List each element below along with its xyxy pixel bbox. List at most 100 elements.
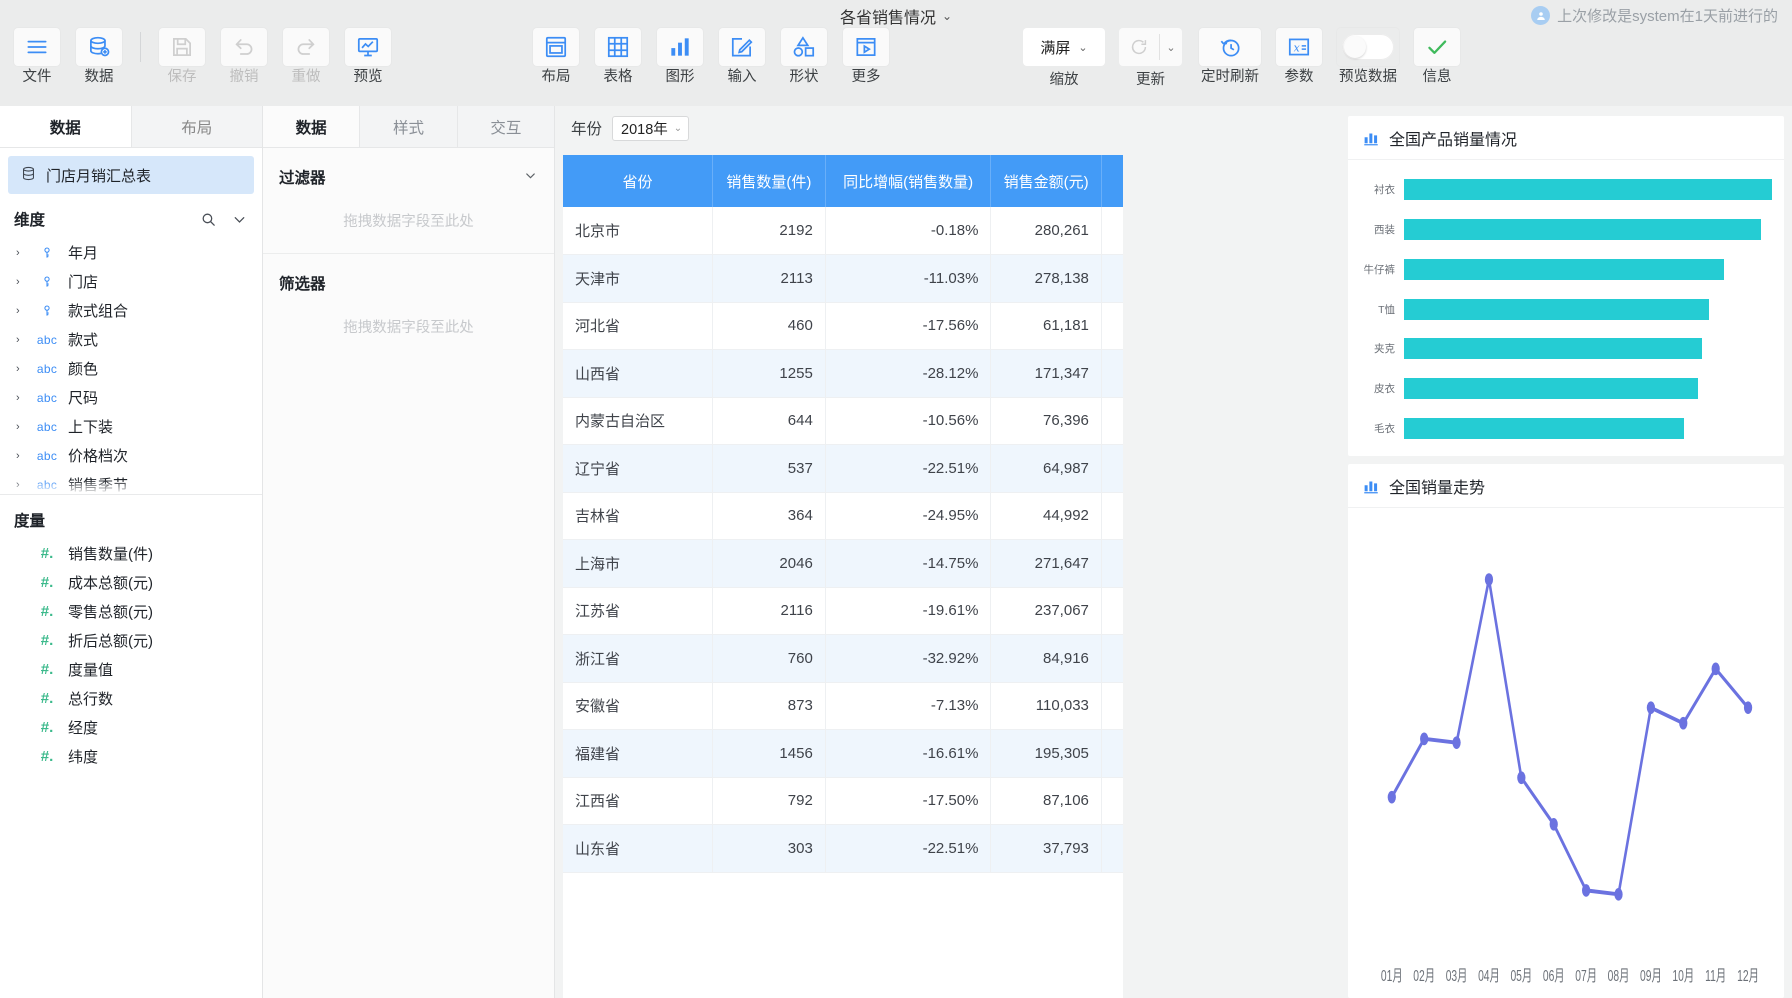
dimension-item[interactable]: ›门店: [0, 267, 262, 296]
table-column-header[interactable]: 销售数量(件): [713, 155, 826, 207]
line-point[interactable]: [1647, 701, 1655, 714]
document-title-bar[interactable]: 各省销售情况 ⌄: [0, 4, 1792, 28]
tab-prop-data[interactable]: 数据: [263, 106, 360, 147]
refresh-icon[interactable]: [1119, 36, 1159, 58]
line-point[interactable]: [1614, 888, 1622, 901]
table-row[interactable]: 山东省303-22.51%37,793: [563, 825, 1123, 873]
table-row[interactable]: 江苏省2116-19.61%237,067: [563, 587, 1123, 635]
layout-button[interactable]: 布局: [525, 28, 587, 86]
undo-button[interactable]: 撤销: [213, 28, 275, 86]
more-button[interactable]: 更多: [835, 28, 897, 86]
filter-dropzone[interactable]: 拖拽数据字段至此处: [263, 210, 554, 231]
table-row[interactable]: 浙江省760-32.92%84,916: [563, 635, 1123, 683]
table-column-header[interactable]: 销售金额(元): [991, 155, 1101, 207]
bar-item[interactable]: 牛仔裤: [1352, 249, 1772, 289]
table-row[interactable]: 上海市2046-14.75%271,647: [563, 540, 1123, 588]
dimension-item[interactable]: ›abc价格档次: [0, 441, 262, 470]
timer-refresh-button[interactable]: 定时刷新: [1192, 28, 1268, 86]
bar-item[interactable]: T恤: [1352, 289, 1772, 329]
chevron-down-icon[interactable]: ⌄: [942, 9, 952, 23]
redo-button[interactable]: 重做: [275, 28, 337, 86]
table-column-header[interactable]: 同比增幅(销: [1101, 155, 1123, 207]
tab-prop-interaction[interactable]: 交互: [458, 106, 554, 147]
line-point[interactable]: [1712, 663, 1720, 676]
dataset-item[interactable]: 门店月销汇总表: [8, 156, 254, 194]
bar-item[interactable]: 夹克: [1352, 329, 1772, 369]
preview-button[interactable]: 预览: [337, 28, 399, 86]
measure-item[interactable]: #.零售总额(元): [0, 597, 262, 626]
dimension-item[interactable]: ›abc款式: [0, 325, 262, 354]
line-point[interactable]: [1420, 733, 1428, 746]
chevron-right-icon[interactable]: ›: [16, 276, 26, 288]
zoom-control[interactable]: 满屏 ⌄ 缩放: [1023, 28, 1105, 89]
selector-dropzone[interactable]: 拖拽数据字段至此处: [263, 316, 554, 337]
chevron-right-icon[interactable]: ›: [16, 392, 26, 404]
toggle-off-icon[interactable]: [1337, 28, 1399, 66]
measure-item[interactable]: #.折后总额(元): [0, 626, 262, 655]
data-button[interactable]: 数据: [68, 28, 130, 86]
measure-item[interactable]: #.销售数量(件): [0, 539, 262, 568]
params-button[interactable]: x 参数: [1268, 28, 1330, 86]
table-row[interactable]: 内蒙古自治区644-10.56%76,396: [563, 397, 1123, 445]
save-button[interactable]: 保存: [151, 28, 213, 86]
line-point[interactable]: [1550, 818, 1558, 831]
dimension-item[interactable]: ›abc尺码: [0, 383, 262, 412]
chevron-right-icon[interactable]: ›: [16, 421, 26, 433]
line-point[interactable]: [1452, 736, 1460, 749]
chevron-right-icon[interactable]: ›: [16, 334, 26, 346]
dimension-item[interactable]: ›abc颜色: [0, 354, 262, 383]
chevron-right-icon[interactable]: ›: [16, 305, 26, 317]
table-button[interactable]: 表格: [587, 28, 649, 86]
line-point[interactable]: [1388, 791, 1396, 804]
chevron-right-icon[interactable]: ›: [16, 247, 26, 259]
chevron-down-icon[interactable]: ⌄: [1160, 41, 1182, 54]
table-row[interactable]: 江西省792-17.50%87,106: [563, 777, 1123, 825]
table-row[interactable]: 辽宁省537-22.51%64,987: [563, 445, 1123, 493]
table-row[interactable]: 天津市2113-11.03%278,138: [563, 255, 1123, 303]
line-point[interactable]: [1679, 717, 1687, 730]
measure-item[interactable]: #.成本总额(元): [0, 568, 262, 597]
measure-item[interactable]: #.纬度: [0, 742, 262, 771]
line-point[interactable]: [1485, 573, 1493, 586]
province-table-container[interactable]: 省份销售数量(件)同比增幅(销售数量)销售金额(元)同比增幅(销 北京市2192…: [563, 155, 1123, 998]
measure-item[interactable]: #.经度: [0, 713, 262, 742]
table-row[interactable]: 北京市2192-0.18%280,261: [563, 207, 1123, 255]
refresh-control[interactable]: ⌄ 更新: [1119, 28, 1182, 89]
line-point[interactable]: [1517, 771, 1525, 784]
line-point[interactable]: [1582, 884, 1590, 897]
tab-prop-style[interactable]: 样式: [360, 106, 457, 147]
input-button[interactable]: 输入: [711, 28, 773, 86]
tab-layout[interactable]: 布局: [132, 106, 263, 147]
canvas-scrollbar[interactable]: [555, 155, 562, 998]
measure-item[interactable]: #.总行数: [0, 684, 262, 713]
file-button[interactable]: 文件: [6, 28, 68, 86]
zoom-select[interactable]: 满屏 ⌄: [1023, 28, 1105, 66]
table-row[interactable]: 吉林省364-24.95%44,992: [563, 492, 1123, 540]
bar-item[interactable]: 西装: [1352, 210, 1772, 250]
table-row[interactable]: 山西省1255-28.12%171,347: [563, 350, 1123, 398]
measure-item[interactable]: #.度量值: [0, 655, 262, 684]
chart-button[interactable]: 图形: [649, 28, 711, 86]
table-column-header[interactable]: 省份: [563, 155, 713, 207]
info-button[interactable]: 信息: [1406, 28, 1468, 86]
chevron-down-icon[interactable]: [231, 211, 248, 228]
search-icon[interactable]: [200, 211, 217, 228]
refresh-split-button[interactable]: ⌄: [1119, 28, 1182, 66]
table-row[interactable]: 河北省460-17.56%61,181: [563, 302, 1123, 350]
year-select[interactable]: 2018年 ⌄: [612, 116, 689, 141]
table-row[interactable]: 福建省1456-16.61%195,305: [563, 730, 1123, 778]
dimension-item[interactable]: ›款式组合: [0, 296, 262, 325]
shape-button[interactable]: 形状: [773, 28, 835, 86]
dimension-item[interactable]: ›年月: [0, 238, 262, 267]
bar-item[interactable]: 衬衣: [1352, 170, 1772, 210]
chevron-right-icon[interactable]: ›: [16, 450, 26, 462]
line-point[interactable]: [1744, 701, 1752, 714]
bar-item[interactable]: 毛衣: [1352, 408, 1772, 448]
dimension-item[interactable]: ›abc上下装: [0, 412, 262, 441]
table-column-header[interactable]: 同比增幅(销售数量): [825, 155, 991, 207]
preview-data-toggle[interactable]: 预览数据: [1330, 28, 1406, 86]
tab-data[interactable]: 数据: [0, 106, 132, 147]
chevron-down-icon[interactable]: [523, 168, 538, 186]
table-row[interactable]: 安徽省873-7.13%110,033: [563, 682, 1123, 730]
bar-item[interactable]: 皮衣: [1352, 369, 1772, 409]
